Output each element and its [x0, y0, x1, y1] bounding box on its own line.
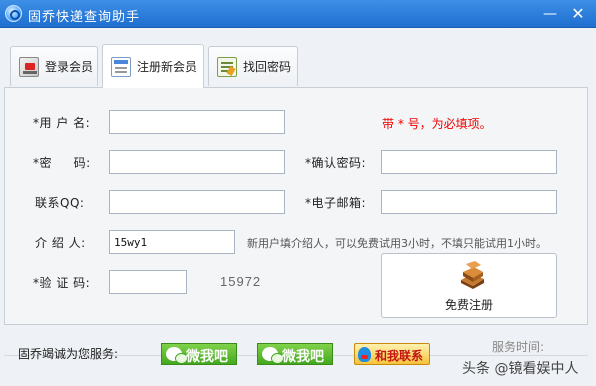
qq-input[interactable] [109, 190, 285, 214]
tab-login[interactable]: 登录会员 [10, 46, 98, 86]
tab-login-label: 登录会员 [45, 60, 94, 74]
email-input[interactable] [381, 190, 557, 214]
register-panel: *用 户 名: 带 * 号，为必填项。 *密 码: *确认密码: 联系QQ: *… [4, 87, 588, 325]
tab-register-label: 注册新会员 [137, 60, 198, 74]
email-label: *电子邮箱: [305, 196, 367, 210]
wechat-button-1[interactable]: 微我吧 [161, 343, 237, 365]
referrer-hint: 新用户填介绍人，可以免费试用3小时，不填只能试用1小时。 [247, 237, 547, 250]
window-title: 固乔快递查询助手 [28, 10, 141, 25]
service-label: 固乔竭诚为您服务: [18, 347, 119, 361]
captcha-label: *验 证 码: [33, 276, 91, 290]
confirm-password-label: *确认密码: [305, 156, 367, 170]
qq-penguin-icon [358, 347, 371, 362]
contact-label: 和我联系 [375, 349, 424, 363]
watermark: 头条 @镜看娱中人 [462, 361, 579, 377]
username-input[interactable] [109, 110, 285, 134]
tab-recover-password[interactable]: 找回密码 [208, 46, 298, 86]
confirm-password-input[interactable] [381, 150, 557, 174]
service-time: 服务时间: [492, 340, 545, 354]
close-button[interactable]: ✕ [568, 4, 588, 24]
app-search-icon [5, 5, 22, 22]
tab-recover-label: 找回密码 [243, 60, 292, 74]
captcha-input[interactable] [109, 270, 187, 294]
wechat-label-1: 微我吧 [186, 349, 228, 365]
recover-note-icon [217, 56, 237, 77]
captcha-code: 15972 [220, 274, 262, 289]
username-label: *用 户 名: [33, 116, 91, 130]
minimize-button[interactable]: — [540, 4, 560, 24]
required-hint: 带 * 号，为必填项。 [382, 117, 492, 131]
tab-register[interactable]: 注册新会员 [102, 44, 204, 88]
password-input[interactable] [109, 150, 285, 174]
free-register-label: 免费注册 [444, 298, 493, 312]
referrer-label: 介 绍 人: [35, 236, 86, 250]
title-bar: 固乔快递查询助手 — ✕ [0, 0, 596, 28]
wechat-label-2: 微我吧 [282, 349, 324, 365]
book-stack-icon [461, 261, 484, 289]
wechat-icon [262, 347, 284, 364]
free-register-button[interactable]: 免费注册 [381, 253, 557, 318]
login-card-icon [19, 56, 39, 77]
wechat-icon [166, 347, 188, 364]
register-form-icon [111, 56, 131, 77]
qq-label: 联系QQ: [35, 196, 85, 210]
password-label: *密 码: [33, 156, 91, 170]
client-area: 登录会员 注册新会员 找回密码 *用 户 名: 带 * 号，为必填项。 *密 码… [0, 28, 596, 386]
contact-me-button[interactable]: 和我联系 [354, 343, 430, 365]
wechat-button-2[interactable]: 微我吧 [257, 343, 333, 365]
referrer-input[interactable] [109, 230, 235, 254]
